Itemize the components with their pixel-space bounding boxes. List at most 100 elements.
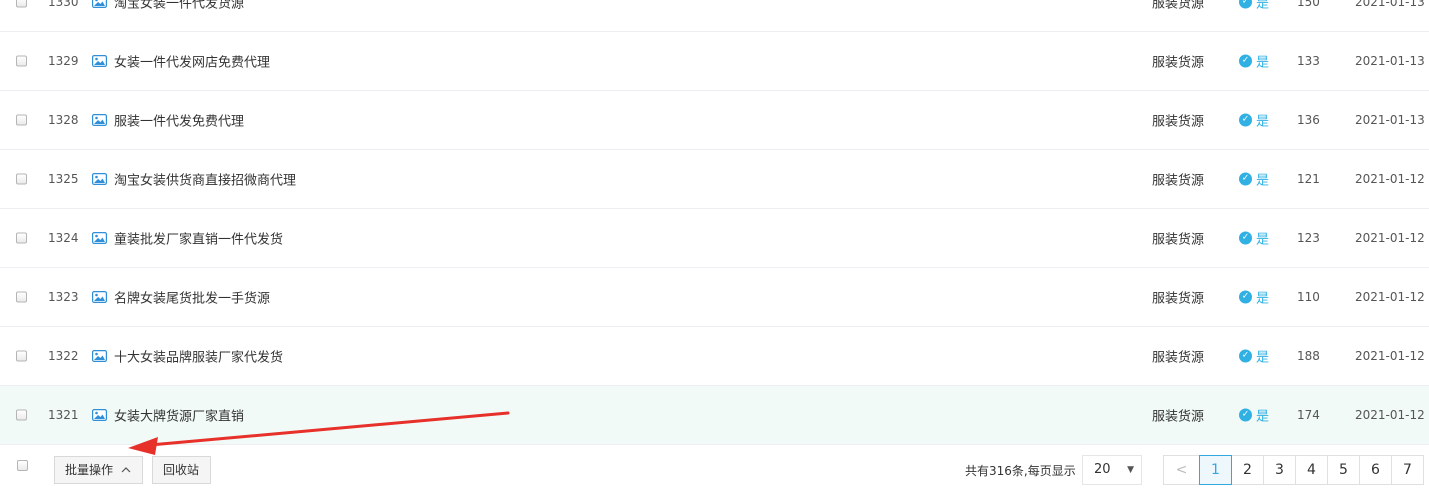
chevron-up-icon <box>121 467 131 473</box>
row-flag[interactable]: ✓ 是 <box>1239 347 1269 366</box>
row-id: 1330 <box>48 0 79 9</box>
row-flag[interactable]: ✓ 是 <box>1239 406 1269 425</box>
row-date: 2021-01-12 <box>1355 172 1425 186</box>
check-circle-icon: ✓ <box>1239 231 1252 245</box>
check-circle-icon: ✓ <box>1239 172 1252 186</box>
row-flag-label: 是 <box>1256 232 1270 248</box>
recycle-bin-button[interactable]: 回收站 <box>152 456 211 484</box>
row-date: 2021-01-12 <box>1355 408 1425 422</box>
image-icon <box>92 173 107 185</box>
table-row: 1325 淘宝女装供货商直接招微商代理 服装货源 ✓ 是 121 2021-01-… <box>0 150 1429 209</box>
row-category: 服装货源 <box>1152 232 1205 248</box>
row-views: 174 <box>1297 408 1320 422</box>
batch-actions-button[interactable]: 批量操作 <box>54 456 143 484</box>
row-flag-label: 是 <box>1256 350 1270 366</box>
table-row: 1322 十大女装品牌服装厂家代发货 服装货源 ✓ 是 188 2021-01-1… <box>0 327 1429 386</box>
row-title-link[interactable]: 女装一件代发网店免费代理 <box>114 52 270 71</box>
row-flag[interactable]: ✓ 是 <box>1239 229 1269 248</box>
row-checkbox[interactable] <box>16 0 27 8</box>
row-id: 1328 <box>48 113 79 127</box>
row-date: 2021-01-12 <box>1355 349 1425 363</box>
row-title-link[interactable]: 十大女装品牌服装厂家代发货 <box>114 347 283 366</box>
page-size-value: 20 <box>1094 462 1111 477</box>
row-views: 110 <box>1297 290 1320 304</box>
row-flag[interactable]: ✓ 是 <box>1239 111 1269 130</box>
row-date: 2021-01-12 <box>1355 231 1425 245</box>
image-icon <box>92 232 107 244</box>
list-footer: 批量操作 回收站 共有316条,每页显示 20 ▼ < 1 2 3 4 5 6 … <box>0 444 1429 502</box>
row-flag-label: 是 <box>1256 0 1270 12</box>
row-views: 133 <box>1297 54 1320 68</box>
row-checkbox[interactable] <box>16 409 27 421</box>
table-row: 1321 女装大牌货源厂家直销 服装货源 ✓ 是 174 2021-01-12 <box>0 386 1429 445</box>
select-all-checkbox[interactable] <box>17 460 28 471</box>
row-date: 2021-01-13 <box>1355 0 1425 9</box>
row-checkbox[interactable] <box>16 114 27 126</box>
row-category: 服装货源 <box>1152 55 1205 71</box>
row-category: 服装货源 <box>1152 409 1205 425</box>
row-checkbox[interactable] <box>16 232 27 244</box>
pagination: < 1 2 3 4 5 6 7 <box>1163 455 1424 485</box>
page-button[interactable]: 4 <box>1295 455 1328 485</box>
image-icon <box>92 55 107 67</box>
row-id: 1324 <box>48 231 79 245</box>
row-checkbox[interactable] <box>16 173 27 185</box>
row-flag[interactable]: ✓ 是 <box>1239 170 1269 189</box>
row-views: 123 <box>1297 231 1320 245</box>
row-flag-label: 是 <box>1256 114 1270 130</box>
page-button[interactable]: 6 <box>1359 455 1392 485</box>
row-views: 150 <box>1297 0 1320 9</box>
row-views: 121 <box>1297 172 1320 186</box>
row-flag[interactable]: ✓ 是 <box>1239 52 1269 71</box>
row-category: 服装货源 <box>1152 0 1205 12</box>
image-icon <box>92 0 107 8</box>
row-title-link[interactable]: 服装一件代发免费代理 <box>114 111 244 130</box>
row-title-link[interactable]: 童装批发厂家直销一件代发货 <box>114 229 283 248</box>
row-checkbox[interactable] <box>16 350 27 362</box>
check-circle-icon: ✓ <box>1239 349 1252 363</box>
row-id: 1321 <box>48 408 79 422</box>
page-button[interactable]: 3 <box>1263 455 1296 485</box>
check-circle-icon: ✓ <box>1239 290 1252 304</box>
table-row: 1330 淘宝女装一件代发货源 服装货源 ✓ 是 150 2021-01-13 <box>0 0 1429 32</box>
check-circle-icon: ✓ <box>1239 408 1252 422</box>
row-id: 1322 <box>48 349 79 363</box>
batch-actions-label: 批量操作 <box>65 463 114 477</box>
row-date: 2021-01-12 <box>1355 290 1425 304</box>
check-circle-icon: ✓ <box>1239 0 1252 9</box>
page-button[interactable]: 2 <box>1231 455 1264 485</box>
row-flag-label: 是 <box>1256 291 1270 307</box>
row-title-link[interactable]: 女装大牌货源厂家直销 <box>114 406 244 425</box>
row-flag-label: 是 <box>1256 55 1270 71</box>
page-button[interactable]: 5 <box>1327 455 1360 485</box>
row-id: 1325 <box>48 172 79 186</box>
image-icon <box>92 409 107 421</box>
row-title-link[interactable]: 淘宝女装一件代发货源 <box>114 0 244 12</box>
total-count-text: 共有316条,每页显示 <box>965 464 1076 478</box>
page-button[interactable]: 1 <box>1199 455 1232 485</box>
table-row: 1323 名牌女装尾货批发一手货源 服装货源 ✓ 是 110 2021-01-12 <box>0 268 1429 327</box>
row-title-link[interactable]: 淘宝女装供货商直接招微商代理 <box>114 170 296 189</box>
row-flag[interactable]: ✓ 是 <box>1239 288 1269 307</box>
image-icon <box>92 350 107 362</box>
page-button[interactable]: 7 <box>1391 455 1424 485</box>
row-checkbox[interactable] <box>16 55 27 67</box>
table-row: 1328 服装一件代发免费代理 服装货源 ✓ 是 136 2021-01-13 <box>0 91 1429 150</box>
row-id: 1323 <box>48 290 79 304</box>
table-row: 1329 女装一件代发网店免费代理 服装货源 ✓ 是 133 2021-01-13 <box>0 32 1429 91</box>
row-category: 服装货源 <box>1152 173 1205 189</box>
row-checkbox[interactable] <box>16 291 27 303</box>
row-category: 服装货源 <box>1152 350 1205 366</box>
row-views: 136 <box>1297 113 1320 127</box>
page-size-select[interactable]: 20 ▼ <box>1082 455 1142 485</box>
row-category: 服装货源 <box>1152 291 1205 307</box>
row-date: 2021-01-13 <box>1355 54 1425 68</box>
row-date: 2021-01-13 <box>1355 113 1425 127</box>
table-row: 1324 童装批发厂家直销一件代发货 服装货源 ✓ 是 123 2021-01-1… <box>0 209 1429 268</box>
prev-page-button[interactable]: < <box>1163 455 1200 485</box>
row-views: 188 <box>1297 349 1320 363</box>
check-circle-icon: ✓ <box>1239 113 1252 127</box>
row-title-link[interactable]: 名牌女装尾货批发一手货源 <box>114 288 270 307</box>
row-flag[interactable]: ✓ 是 <box>1239 0 1269 12</box>
row-flag-label: 是 <box>1256 409 1270 425</box>
